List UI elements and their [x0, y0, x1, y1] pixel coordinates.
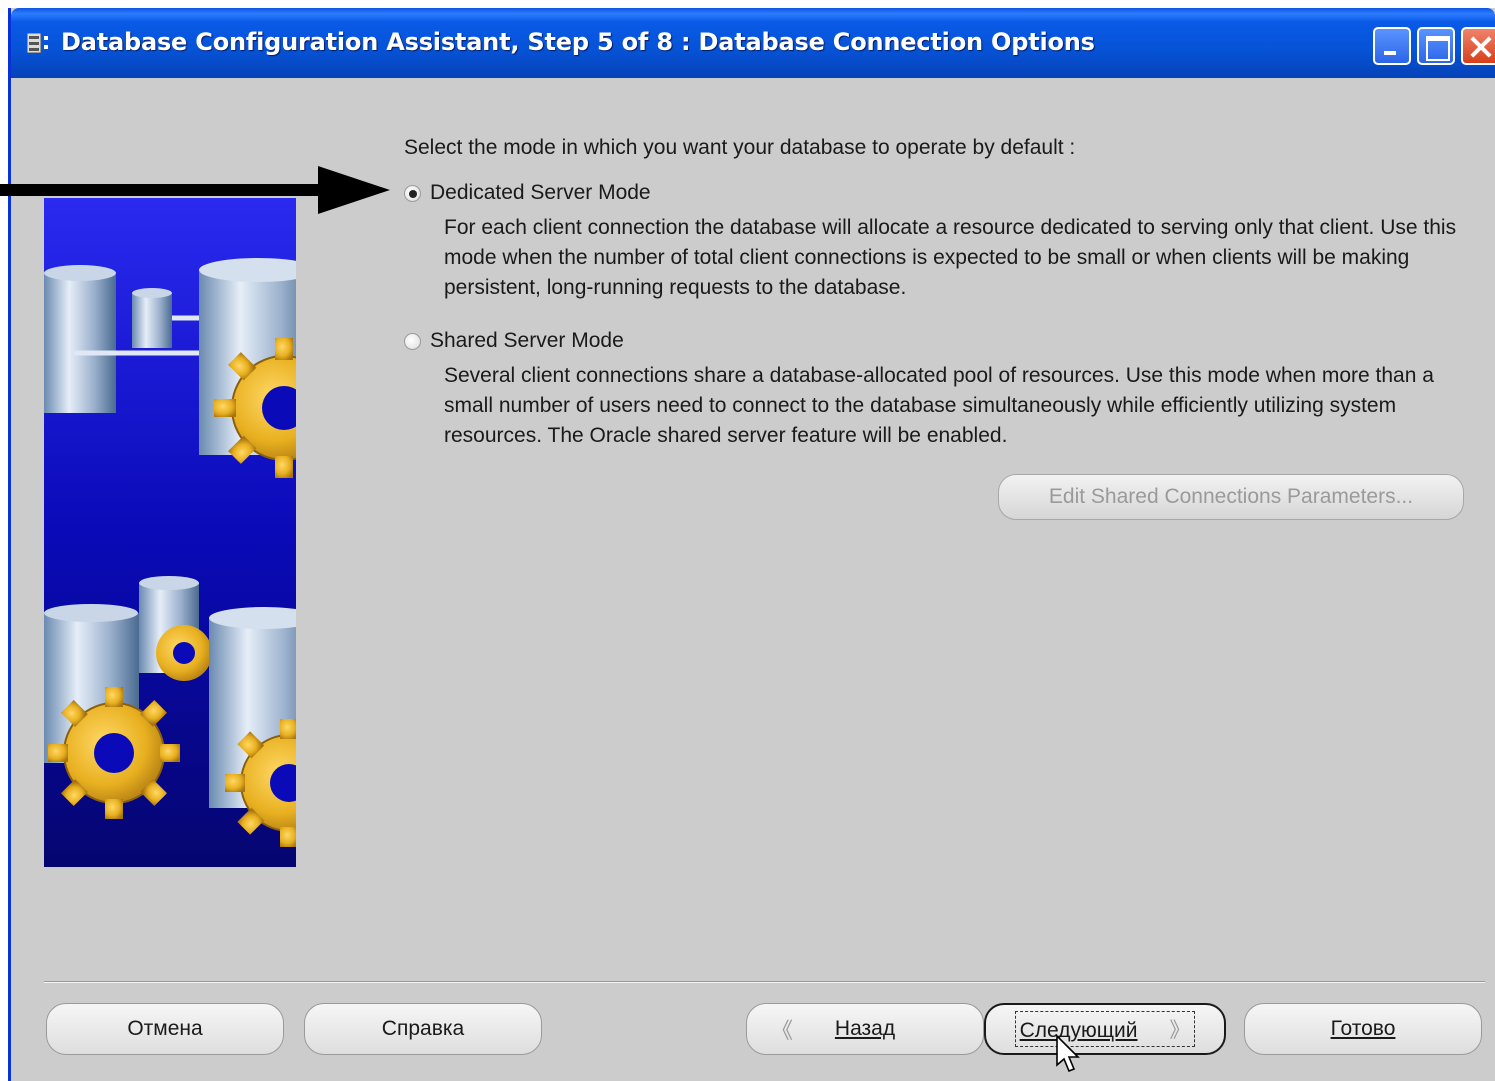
shared-server-description: Several client connections share a datab… [444, 364, 1434, 447]
footer-divider [44, 981, 1485, 983]
dedicated-server-option[interactable]: Dedicated Server Mode [404, 181, 651, 205]
app-icon [27, 33, 48, 53]
dedicated-server-radio[interactable] [404, 184, 421, 202]
finish-button[interactable]: Готово [1244, 1003, 1482, 1055]
shared-server-radio[interactable] [404, 332, 421, 350]
window-title: Database Configuration Assistant, Step 5… [61, 28, 1095, 56]
mode-prompt: Select the mode in which you want your d… [404, 136, 1076, 159]
cancel-button[interactable]: Отмена [46, 1003, 284, 1055]
close-icon[interactable] [1461, 27, 1495, 65]
shared-server-option[interactable]: Shared Server Mode [404, 329, 624, 353]
back-button[interactable]: 《 Назад [746, 1003, 984, 1055]
help-button[interactable]: Справка [304, 1003, 542, 1055]
minimize-icon[interactable] [1373, 27, 1411, 65]
database-illustration [44, 198, 296, 867]
edit-shared-connections-button[interactable]: Edit Shared Connections Parameters... [998, 474, 1464, 520]
chevron-right-icon: 》 [1169, 1019, 1191, 1042]
dedicated-server-description: For each client connection the database … [444, 216, 1457, 299]
arrow-pointer-icon [0, 166, 390, 214]
title-bar[interactable]: Database Configuration Assistant, Step 5… [11, 8, 1495, 78]
help-label: Справка [381, 1017, 465, 1040]
dedicated-server-label[interactable]: Dedicated Server Mode [430, 181, 651, 205]
shared-server-label[interactable]: Shared Server Mode [430, 329, 624, 353]
finish-label: Готово [1330, 1017, 1396, 1040]
mouse-cursor-icon [1056, 1035, 1080, 1073]
cancel-label: Отмена [127, 1017, 203, 1040]
back-label: Назад [834, 1017, 896, 1040]
maximize-icon[interactable] [1417, 27, 1455, 65]
next-button[interactable]: Следующий 》 [984, 1003, 1226, 1055]
chevron-left-icon: 《 [771, 1018, 794, 1043]
